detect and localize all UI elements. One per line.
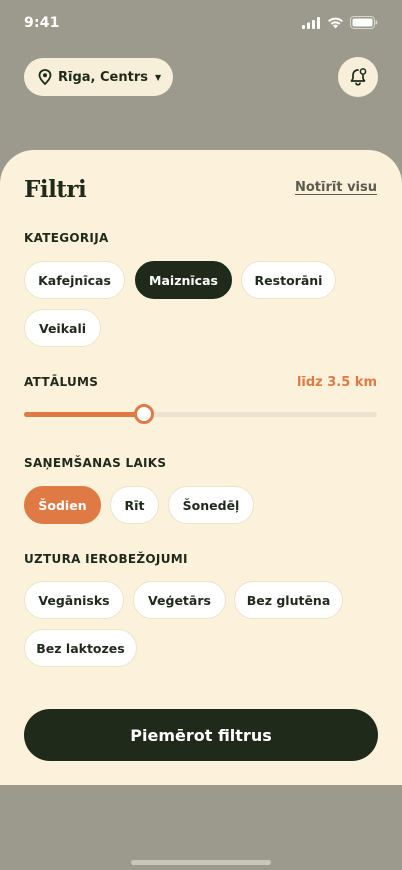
location-pin-icon [38,69,52,85]
apply-filters-button[interactable]: Piemērot filtrus [24,709,378,761]
clear-all-link[interactable]: Notīrīt visu [295,180,377,195]
chip-category-shops[interactable]: Veikali [24,309,101,347]
home-indicator[interactable] [131,860,271,865]
chip-diet-vegetarian[interactable]: Veģetārs [133,581,226,619]
slider-thumb[interactable] [134,404,155,424]
status-bar: 9:41 [0,0,402,46]
chip-diet-lactose-free[interactable]: Bez laktozes [24,629,137,667]
location-label: Rīga, Centrs [58,69,148,85]
status-time: 9:41 [24,15,60,31]
chip-category-cafes[interactable]: Kafejnīcas [24,261,125,299]
signal-icon [302,16,320,29]
chip-category-bakeries[interactable]: Maiznīcas [135,261,232,299]
chip-pickup-today[interactable]: Šodien [24,486,101,524]
distance-label: ATTĀLUMS [24,375,99,389]
sheet-title: Filtri [24,176,87,203]
chip-diet-vegan[interactable]: Vegānisks [24,581,124,619]
distance-slider[interactable] [24,404,377,424]
chip-pickup-this-week[interactable]: Šonedēļ [168,486,254,524]
wifi-icon [328,17,343,28]
chip-category-restaurants[interactable]: Restorāni [241,261,336,299]
battery-icon [350,16,378,29]
chip-pickup-tomorrow[interactable]: Rīt [110,486,159,524]
notifications-button[interactable] [338,57,378,97]
slider-fill [24,412,145,417]
bell-icon [350,68,367,86]
chevron-down-icon: ▼ [154,72,162,82]
status-icons [302,16,378,29]
chip-diet-gluten-free[interactable]: Bez glutēna [234,581,343,619]
category-label: KATEGORIJA [24,231,109,245]
pickup-time-label: SAŅEMŠANAS LAIKS [24,456,167,470]
diet-label: UZTURA IEROBEŽOJUMI [24,552,188,566]
distance-value: līdz 3.5 km [296,375,377,390]
location-selector[interactable]: Rīga, Centrs ▼ [24,58,173,96]
filter-sheet: Filtri Notīrīt visu KATEGORIJA Kafejnīca… [0,150,402,785]
